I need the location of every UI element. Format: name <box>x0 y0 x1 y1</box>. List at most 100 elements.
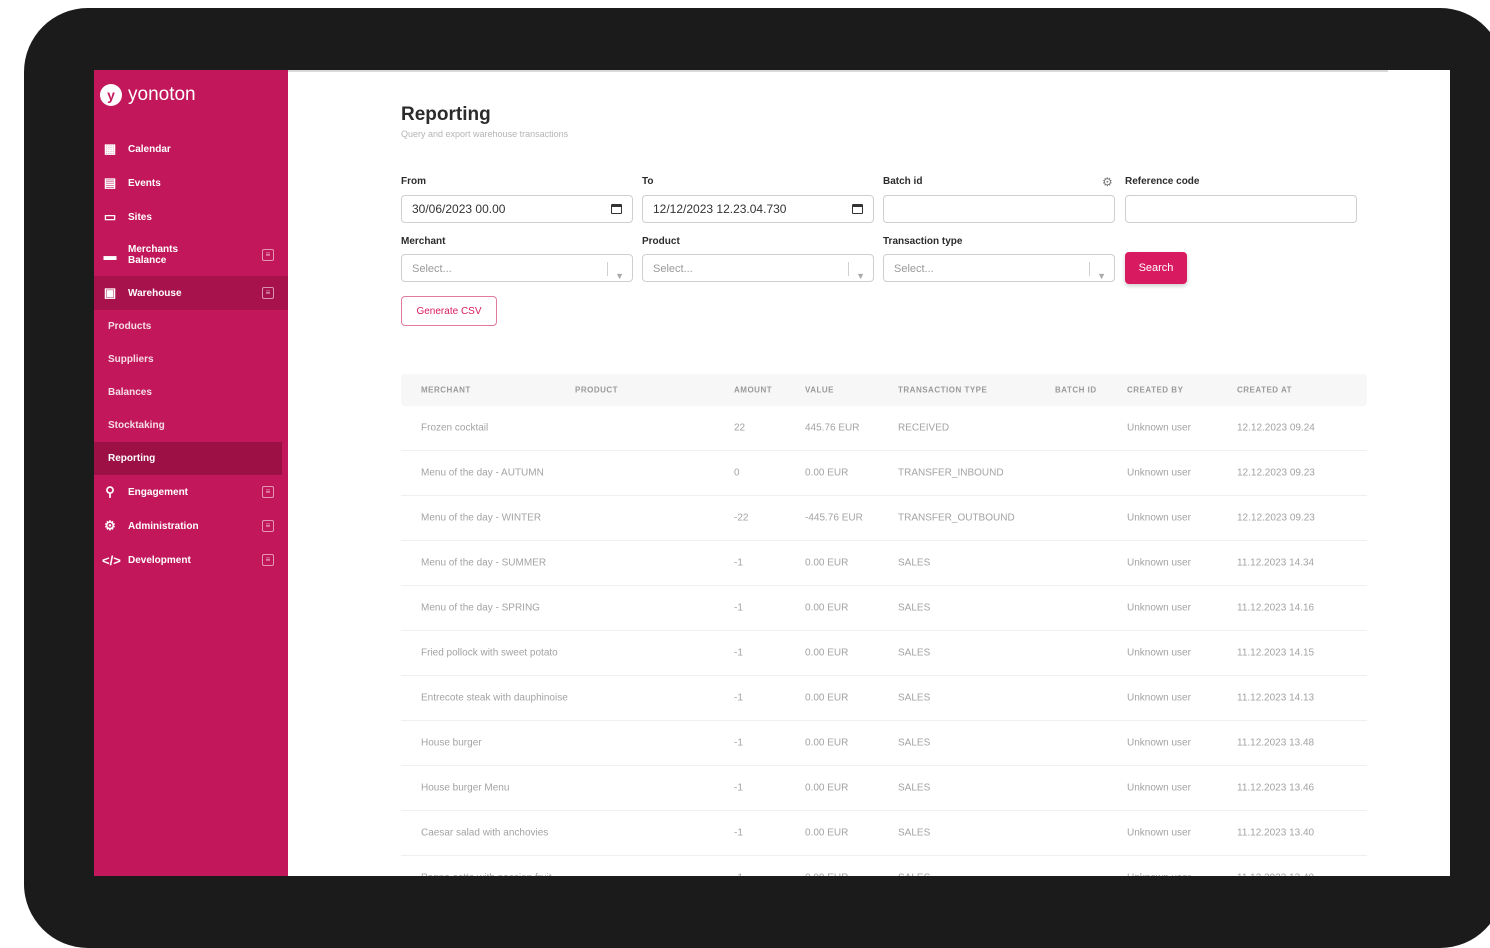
sidebar-item-label: Events <box>128 177 161 189</box>
table-cell-created-at: 11.12.2023 13.40 <box>1237 827 1315 839</box>
reference-code-input[interactable] <box>1125 195 1357 223</box>
main-content: Reporting Query and export warehouse tra… <box>401 104 1401 876</box>
table-cell-value: 0.00 EUR <box>805 557 849 569</box>
table-cell-amount: -1 <box>734 647 743 659</box>
expand-icon[interactable]: ≡ <box>262 287 274 299</box>
table-row[interactable]: Menu of the day - SPRING -1 0.00 EUR SALES U… <box>401 586 1367 631</box>
table-cell-type: SALES <box>898 737 931 749</box>
table-body: Frozen cocktail 22 445.76 EUR RECEIVED Unkno… <box>401 406 1367 876</box>
wallet-icon: ▬ <box>103 247 117 263</box>
table-cell-amount: -1 <box>734 692 743 704</box>
calendar-icon[interactable] <box>611 204 622 214</box>
transaction-type-label: Transaction type <box>883 236 963 247</box>
product-placeholder: Select... <box>653 263 693 275</box>
column-header[interactable]: CREATED BY <box>1127 386 1183 395</box>
table-cell-amount: -1 <box>734 873 743 877</box>
from-label: From <box>401 176 426 187</box>
select-separator <box>607 262 608 276</box>
table-row[interactable]: House burger -1 0.00 EUR SALES Unknown user 1… <box>401 721 1367 766</box>
table-row[interactable]: Menu of the day - WINTER -22 -445.76 EUR TR… <box>401 496 1367 541</box>
chevron-down-icon[interactable]: ▼ <box>615 263 624 289</box>
table-cell-merchant: Panna cotta with passion fruit <box>421 873 552 877</box>
table-cell-created-by: Unknown user <box>1127 782 1191 794</box>
column-header[interactable]: MERCHANT <box>421 386 471 395</box>
table-cell-created-by: Unknown user <box>1127 827 1191 839</box>
table-cell-merchant: Menu of the day - WINTER <box>421 512 542 524</box>
table-cell-value: 0.00 EUR <box>805 782 849 794</box>
product-label: Product <box>642 236 680 247</box>
sidebar-item-warehouse[interactable]: ▣ Warehouse ≡ <box>94 276 288 310</box>
calendar-icon[interactable] <box>852 204 863 214</box>
table-cell-type: SALES <box>898 557 931 569</box>
table-row[interactable]: Entrecote steak with dauphinoise -1 0.00 E… <box>401 676 1367 721</box>
sidebar-subitem-stocktaking[interactable]: Stocktaking <box>94 409 288 442</box>
top-divider <box>288 70 1388 72</box>
table-cell-type: TRANSFER_OUTBOUND <box>898 512 1015 524</box>
sidebar-subitem-balances[interactable]: Balances <box>94 376 288 409</box>
generate-csv-button[interactable]: Generate CSV <box>401 296 497 326</box>
table-cell-amount: -1 <box>734 827 743 839</box>
batch-id-input[interactable] <box>883 195 1115 223</box>
expand-icon[interactable]: ≡ <box>262 249 274 261</box>
table-cell-created-by: Unknown user <box>1127 467 1191 479</box>
gear-icon[interactable]: ⚙ <box>1102 175 1113 189</box>
table-row[interactable]: Frozen cocktail 22 445.76 EUR RECEIVED Unkno… <box>401 406 1367 451</box>
sidebar-item-merchants-balance[interactable]: ▬ Merchants Balance ≡ <box>94 234 288 276</box>
code-icon: </> <box>102 552 121 568</box>
table-cell-created-by: Unknown user <box>1127 422 1191 434</box>
store-icon: ▭ <box>103 209 117 224</box>
table-cell-type: SALES <box>898 602 931 614</box>
table-row[interactable]: Caesar salad with anchovies -1 0.00 EUR SAL… <box>401 811 1367 856</box>
table-cell-merchant: Menu of the day - SUMMER <box>421 557 547 569</box>
column-header[interactable]: PRODUCT <box>575 386 618 395</box>
sidebar-item-engagement[interactable]: ⚲ Engagement ≡ <box>94 475 288 509</box>
table-row[interactable]: Panna cotta with passion fruit -1 0.00 EUR… <box>401 856 1367 877</box>
table-cell-value: 0.00 EUR <box>805 827 849 839</box>
sidebar-subitem-suppliers[interactable]: Suppliers <box>94 343 288 376</box>
column-header[interactable]: TRANSACTION TYPE <box>898 386 987 395</box>
sidebar-subitem-reporting[interactable]: Reporting <box>94 442 282 475</box>
product-select[interactable]: Select... ▼ <box>642 254 874 282</box>
chevron-down-icon[interactable]: ▼ <box>856 263 865 289</box>
to-date-input[interactable]: 12/12/2023 12.23.04.730 <box>642 195 874 223</box>
column-header[interactable]: AMOUNT <box>734 386 772 395</box>
sidebar-item-label: Administration <box>128 520 199 532</box>
page-subtitle: Query and export warehouse transactions <box>401 129 569 139</box>
table-cell-merchant: Entrecote steak with dauphinoise <box>421 692 568 704</box>
transaction-type-select[interactable]: Select... ▼ <box>883 254 1115 282</box>
table-cell-merchant: Menu of the day - SPRING <box>421 602 540 614</box>
table-cell-amount: 0 <box>734 467 740 479</box>
sidebar-item-label: Warehouse <box>128 287 182 299</box>
from-date-input[interactable]: 30/06/2023 00.00 <box>401 195 633 223</box>
sidebar-item-administration[interactable]: ⚙ Administration ≡ <box>94 509 288 543</box>
expand-icon[interactable]: ≡ <box>262 520 274 532</box>
column-header[interactable]: VALUE <box>805 386 834 395</box>
table-cell-amount: 22 <box>734 422 746 434</box>
table-cell-created-at: 12.12.2023 09.24 <box>1237 422 1315 434</box>
sidebar-item-sites[interactable]: ▭ Sites <box>94 200 288 234</box>
select-separator <box>1089 262 1090 276</box>
sidebar-subitem-products[interactable]: Products <box>94 310 288 343</box>
table-row[interactable]: House burger Menu -1 0.00 EUR SALES Unknown … <box>401 766 1367 811</box>
expand-icon[interactable]: ≡ <box>262 554 274 566</box>
table-row[interactable]: Fried pollock with sweet potato -1 0.00 EU… <box>401 631 1367 676</box>
sidebar-item-development[interactable]: </> Development ≡ <box>94 543 288 577</box>
search-button[interactable]: Search <box>1125 252 1187 284</box>
table-cell-created-by: Unknown user <box>1127 512 1191 524</box>
table-row[interactable]: Menu of the day - SUMMER -1 0.00 EUR SALES U… <box>401 541 1367 586</box>
sidebar-item-label: Engagement <box>128 486 189 498</box>
column-header[interactable]: BATCH ID <box>1055 386 1097 395</box>
sidebar-item-calendar[interactable]: ▦ Calendar <box>94 132 288 166</box>
logo[interactable]: y yonoton <box>100 84 196 106</box>
chevron-down-icon[interactable]: ▼ <box>1097 263 1106 289</box>
calendar-icon: ▦ <box>103 141 117 156</box>
table-row[interactable]: Menu of the day - AUTUMN 0 0.00 EUR TRANSFE… <box>401 451 1367 496</box>
column-header[interactable]: CREATED AT <box>1237 386 1292 395</box>
transactions-table: MERCHANT PRODUCT AMOUNT VALUE TRANSACTION TY… <box>401 374 1367 876</box>
sidebar-item-events[interactable]: ▤ Events <box>94 166 288 200</box>
table-cell-merchant: Fried pollock with sweet potato <box>421 647 558 659</box>
table-cell-created-by: Unknown user <box>1127 557 1191 569</box>
merchant-select[interactable]: Select... ▼ <box>401 254 633 282</box>
table-cell-value: 445.76 EUR <box>805 422 860 434</box>
expand-icon[interactable]: ≡ <box>262 486 274 498</box>
